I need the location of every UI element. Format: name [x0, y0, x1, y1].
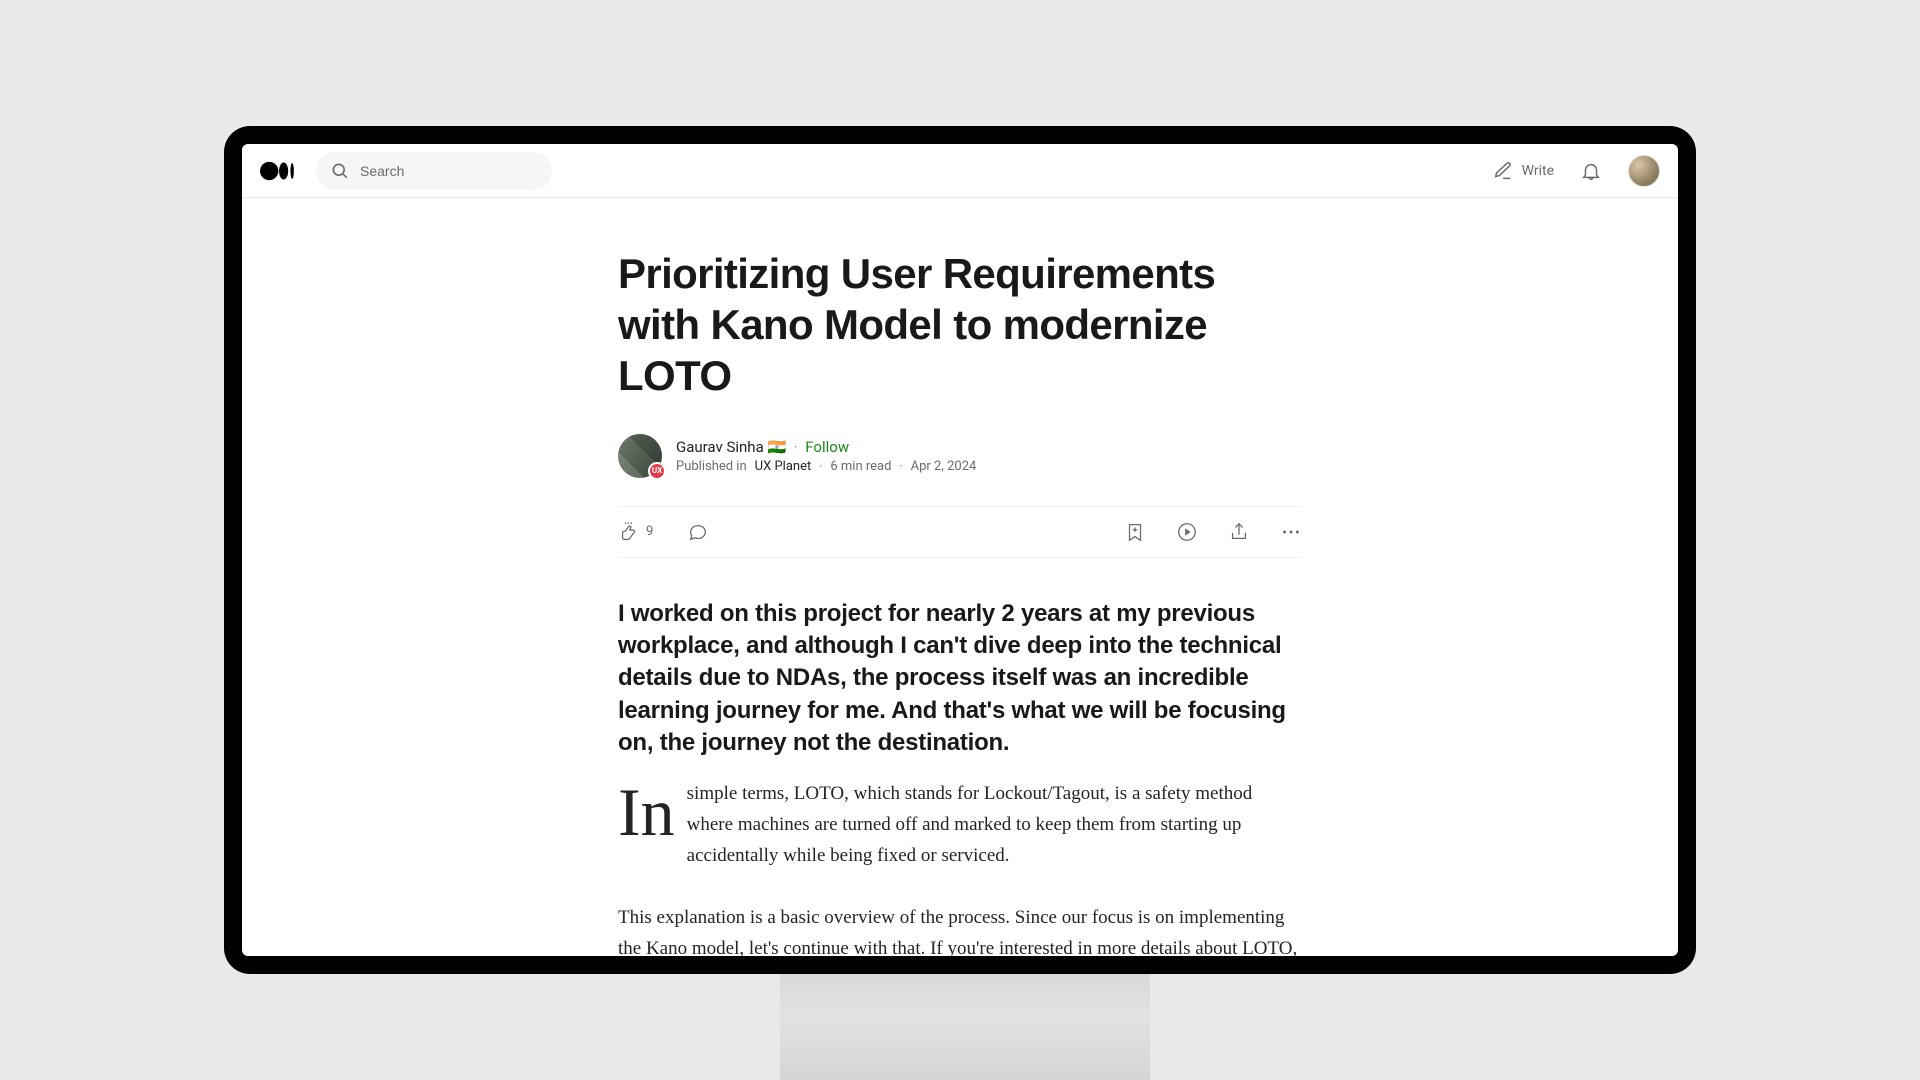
- medium-logo[interactable]: [260, 159, 302, 183]
- read-time: 6 min read: [830, 459, 891, 474]
- screen: Write Prioritizing User Requirements wit…: [242, 144, 1678, 956]
- clap-button[interactable]: 9: [618, 521, 653, 543]
- top-nav: Write: [242, 144, 1678, 198]
- write-label: Write: [1522, 163, 1554, 179]
- published-in-prefix: Published in: [676, 459, 747, 474]
- author-avatar[interactable]: UX: [618, 434, 662, 478]
- article-body: I worked on this project for nearly 2 ye…: [618, 598, 1302, 956]
- paragraph-2a: This explanation is a basic overview of …: [618, 907, 1297, 956]
- share-button[interactable]: [1228, 521, 1250, 543]
- user-avatar[interactable]: [1628, 155, 1660, 187]
- search-input[interactable]: [360, 163, 538, 179]
- write-button[interactable]: Write: [1492, 160, 1554, 182]
- intro-paragraph: I worked on this project for nearly 2 ye…: [618, 598, 1302, 760]
- article-content: Prioritizing User Requirements with Kano…: [242, 198, 1678, 956]
- article: Prioritizing User Requirements with Kano…: [618, 198, 1302, 956]
- byline: UX Gaurav Sinha 🇮🇳 · Follow Published in…: [618, 434, 1302, 478]
- separator-dot: ·: [794, 440, 797, 454]
- paragraph-2: This explanation is a basic overview of …: [618, 902, 1302, 956]
- listen-button[interactable]: [1176, 521, 1198, 543]
- more-button[interactable]: [1280, 521, 1302, 543]
- publication-badge: UX: [648, 462, 666, 480]
- write-icon: [1492, 160, 1514, 182]
- author-name[interactable]: Gaurav Sinha 🇮🇳: [676, 438, 786, 456]
- follow-button[interactable]: Follow: [805, 438, 849, 456]
- publish-date: Apr 2, 2024: [911, 459, 977, 474]
- search-icon: [330, 161, 350, 181]
- paragraph-1-text: simple terms, LOTO, which stands for Loc…: [687, 783, 1253, 867]
- drop-cap: In: [618, 778, 687, 842]
- comment-icon: [687, 521, 709, 543]
- comment-button[interactable]: [687, 521, 709, 543]
- notifications-icon[interactable]: [1580, 160, 1602, 182]
- search-box[interactable]: [316, 152, 552, 190]
- monitor-frame: Write Prioritizing User Requirements wit…: [224, 126, 1696, 974]
- article-title: Prioritizing User Requirements with Kano…: [618, 248, 1302, 402]
- paragraph-1: In simple terms, LOTO, which stands for …: [618, 778, 1302, 872]
- monitor-stand: [780, 972, 1150, 1080]
- publication-link[interactable]: UX Planet: [755, 459, 812, 474]
- nav-right: Write: [1492, 155, 1660, 187]
- bookmark-button[interactable]: [1124, 521, 1146, 543]
- clap-count: 9: [646, 524, 653, 539]
- clap-icon: [618, 521, 640, 543]
- engagement-bar: 9: [618, 506, 1302, 558]
